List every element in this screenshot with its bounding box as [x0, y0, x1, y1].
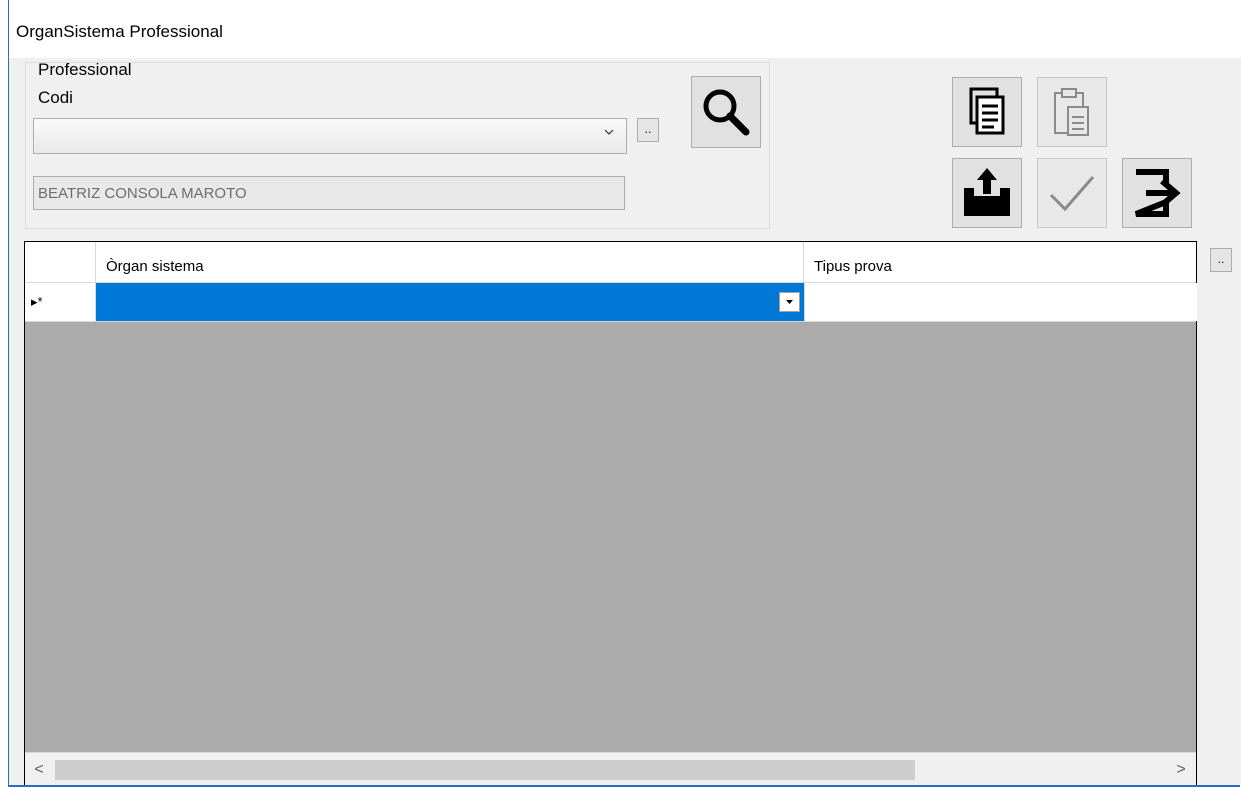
check-icon: [1049, 176, 1095, 212]
paste-clipboard-icon: [1054, 88, 1089, 136]
chevron-down-icon: [604, 129, 614, 135]
exit-button[interactable]: [1122, 158, 1192, 228]
codi-browse-button[interactable]: ..: [637, 118, 659, 142]
paste-button[interactable]: [1037, 77, 1107, 147]
horizontal-scrollbar[interactable]: < >: [25, 752, 1196, 785]
row-header-corner: [25, 242, 96, 282]
exit-arrow-icon: [1134, 169, 1181, 217]
table-row[interactable]: ▸*: [25, 283, 1197, 322]
scroll-thumb[interactable]: [55, 760, 915, 780]
cell-dropdown-button[interactable]: [779, 292, 800, 312]
codi-combobox[interactable]: [33, 118, 627, 154]
export-button[interactable]: [952, 158, 1022, 228]
grid-options-button[interactable]: ..: [1210, 248, 1232, 272]
scroll-left-arrow[interactable]: <: [31, 760, 47, 780]
column-header-tipus-prova[interactable]: Tipus prova: [804, 242, 1196, 282]
codi-label: Codi: [38, 88, 73, 107]
organ-sistema-grid[interactable]: Òrgan sistema Tipus prova ▸* < >: [24, 241, 1197, 785]
scroll-right-arrow[interactable]: >: [1173, 760, 1189, 780]
search-button[interactable]: [691, 76, 761, 148]
export-folder-icon: [964, 168, 1010, 216]
window-title: OrganSistema Professional: [16, 22, 223, 41]
copy-button[interactable]: [952, 77, 1022, 147]
column-header-organ-sistema[interactable]: Òrgan sistema: [96, 242, 804, 282]
professional-group-title: Professional: [38, 60, 132, 79]
grid-header: Òrgan sistema Tipus prova: [25, 242, 1196, 283]
new-row-marker: ▸*: [25, 283, 96, 321]
search-icon: [703, 89, 750, 136]
professional-name-field: BEATRIZ CONSOLA MAROTO: [33, 176, 625, 210]
copy-document-icon: [969, 87, 1005, 135]
dropdown-arrow-icon: [786, 300, 793, 304]
organ-sistema-cell[interactable]: [96, 283, 804, 321]
tipus-prova-cell[interactable]: [804, 283, 1197, 321]
confirm-button[interactable]: [1037, 158, 1107, 228]
